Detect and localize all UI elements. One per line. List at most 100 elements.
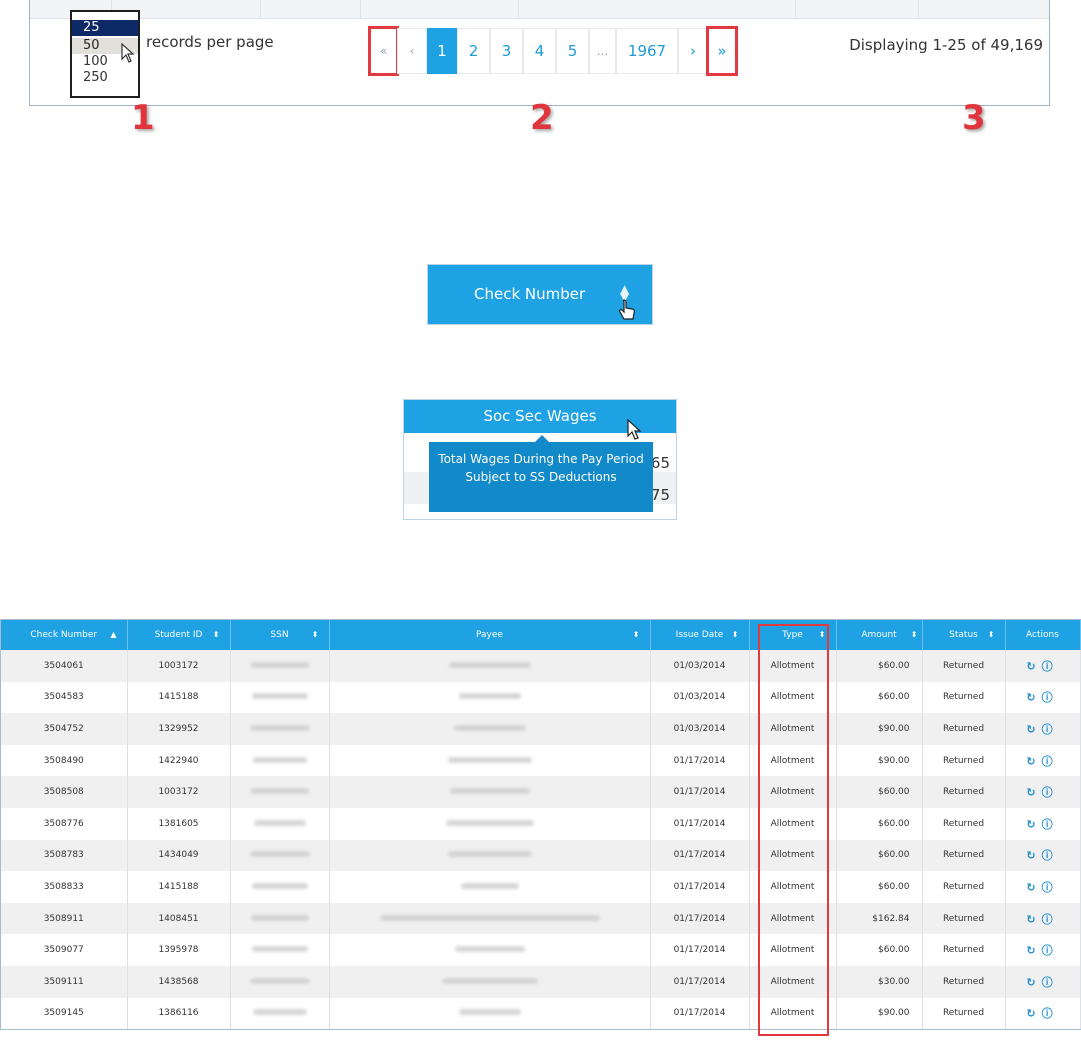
sort-arrows-icon[interactable]: ⬍ [911,630,918,639]
page-4-button[interactable]: 4 [523,28,556,74]
reissue-icon[interactable]: ↻ [1026,818,1041,831]
student-id-cell: 1434049 [127,839,231,872]
check-number-cell: 3508508 [1,776,128,808]
info-icon[interactable]: ⓘ [1042,691,1059,704]
info-icon[interactable]: ⓘ [1042,881,1059,894]
reissue-icon[interactable]: ↻ [1026,944,1041,957]
amount-cell: $60.00 [836,934,923,966]
type-cell: Allotment [749,902,837,935]
reissue-icon[interactable]: ↻ [1026,660,1041,673]
payee-cell-redacted [329,807,651,840]
column-header-status[interactable]: Status ⬍ [922,620,1006,650]
actions-cell: ↻ⓘ [1005,871,1081,903]
check-number-cell: 3508911 [1,902,128,935]
reissue-icon[interactable]: ↻ [1026,913,1041,926]
info-icon[interactable]: ⓘ [1042,786,1059,799]
info-icon[interactable]: ⓘ [1042,818,1059,831]
status-cell: Returned [922,681,1006,714]
amount-cell: $60.00 [836,807,923,840]
reissue-icon[interactable]: ↻ [1026,976,1041,989]
table-row: 3504061 1003172 01/03/2014 Allotment $60.00 R… [1,650,1081,682]
prev-page-button[interactable]: ‹ [397,28,427,74]
ssn-cell-redacted [230,744,330,777]
page-last-number-button[interactable]: 1967 [616,28,678,74]
column-header-ssn[interactable]: SSN ⬍ [230,620,330,650]
column-header-amount[interactable]: Amount ⬍ [836,620,923,650]
redacted-text [460,882,519,889]
info-icon[interactable]: ⓘ [1042,755,1059,768]
sort-asc-icon[interactable]: ▲ [110,630,116,639]
info-icon[interactable]: ⓘ [1042,849,1059,862]
sort-arrows-icon[interactable]: ⬍ [819,630,826,639]
info-icon[interactable]: ⓘ [1042,913,1059,926]
student-id-cell: 1395978 [127,934,231,966]
table-row: 3509145 1386116 01/17/2014 Allotment $90.00 R… [1,997,1081,1030]
sort-arrows-icon[interactable]: ⬍ [732,630,739,639]
next-page-button[interactable]: › [678,28,708,74]
redacted-text [250,914,309,921]
amount-cell: $90.00 [836,997,923,1030]
reissue-icon[interactable]: ↻ [1026,786,1041,799]
actions-cell: ↻ⓘ [1005,997,1081,1030]
reissue-icon[interactable]: ↻ [1026,691,1041,704]
rpp-option-25[interactable]: 25 [72,20,138,36]
check-number-cell: 3508490 [1,744,128,777]
last-page-button[interactable]: » [706,26,738,76]
type-cell: Allotment [749,650,837,682]
page-2-button[interactable]: 2 [457,28,490,74]
actions-cell: ↻ⓘ [1005,902,1081,935]
reissue-icon[interactable]: ↻ [1026,881,1041,894]
rpp-option-250[interactable]: 250 [72,70,138,86]
type-cell: Allotment [749,807,837,840]
hand-pointer-icon [619,299,635,320]
ssn-cell-redacted [230,965,330,998]
column-header-check-number[interactable]: Check Number ▲ [1,620,128,650]
callout-3: 3 [962,98,986,138]
redacted-text [252,1009,307,1016]
column-header-issue-date[interactable]: Issue Date ⬍ [650,620,750,650]
info-icon[interactable]: ⓘ [1042,660,1059,673]
info-icon[interactable]: ⓘ [1042,976,1059,989]
column-header-payee[interactable]: Payee ⬍ [329,620,651,650]
reissue-icon[interactable]: ↻ [1026,1007,1041,1020]
student-id-cell: 1386116 [127,997,231,1030]
issue-date-cell: 01/17/2014 [650,839,750,872]
ssn-cell-redacted [230,807,330,840]
student-id-cell: 1415188 [127,871,231,903]
page-5-button[interactable]: 5 [556,28,589,74]
reissue-icon[interactable]: ↻ [1026,849,1041,862]
redacted-text [441,977,538,984]
sort-arrows-icon[interactable]: ⬍ [988,630,995,639]
reissue-icon[interactable]: ↻ [1026,755,1041,768]
sort-arrows-icon[interactable]: ⬍ [312,630,319,639]
check-number-sort-header[interactable]: Check Number ▲ ▼ [427,264,653,325]
redacted-text [445,819,534,826]
info-icon[interactable]: ⓘ [1042,723,1059,736]
partial-value: 75 [650,486,670,504]
amount-cell: $90.00 [836,713,923,745]
tooltip-example-panel: Soc Sec Wages 65 75 Total Wages During t… [403,399,677,520]
table-row: 3508490 1422940 01/17/2014 Allotment $90.00 R… [1,744,1081,777]
info-icon[interactable]: ⓘ [1042,1007,1059,1020]
student-id-cell: 1422940 [127,744,231,777]
ssn-cell-redacted [230,776,330,808]
payee-cell-redacted [329,871,651,903]
payee-cell-redacted [329,713,651,745]
records-per-page-select[interactable]: 25 50 100 250 [70,10,140,98]
redacted-text [250,788,309,795]
sort-arrows-icon[interactable]: ⬍ [213,630,220,639]
sort-arrows-icon[interactable]: ⬍ [633,630,640,639]
page-3-button[interactable]: 3 [490,28,523,74]
status-cell: Returned [922,713,1006,745]
page-1-button[interactable]: 1 [427,28,457,74]
status-cell: Returned [922,934,1006,966]
first-page-button[interactable]: « [368,26,399,76]
redacted-text [250,661,309,668]
column-header-type[interactable]: Type ⬍ [749,620,837,650]
payee-cell-redacted [329,681,651,714]
info-icon[interactable]: ⓘ [1042,944,1059,957]
redacted-text [249,977,310,984]
column-header-student-id[interactable]: Student ID ⬍ [127,620,231,650]
student-id-cell: 1381605 [127,807,231,840]
reissue-icon[interactable]: ↻ [1026,723,1041,736]
